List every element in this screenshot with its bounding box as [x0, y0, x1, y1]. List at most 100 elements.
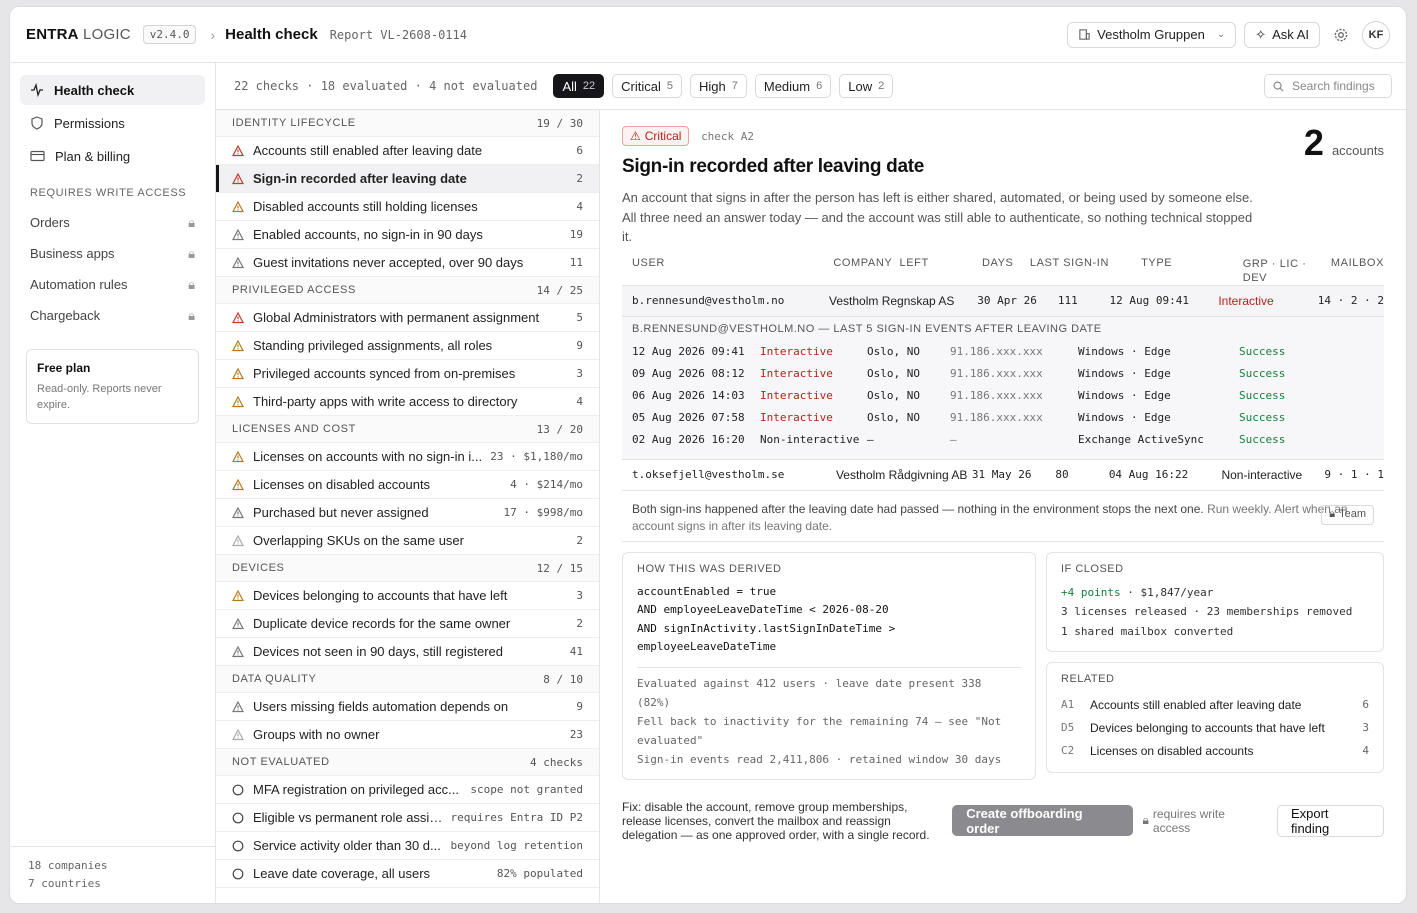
related-item[interactable]: C2 Licenses on disabled accounts 4	[1061, 739, 1369, 762]
alert-triangle-icon	[232, 617, 246, 630]
finding-row[interactable]: Sign-in recorded after leaving date 2	[216, 165, 599, 193]
impact-title: IF CLOSED	[1061, 562, 1124, 575]
finding-label: Devices belonging to accounts that have …	[253, 588, 508, 603]
alert-triangle-icon	[232, 728, 246, 741]
lock-icon: 🔒︎	[1329, 508, 1336, 520]
team-button[interactable]: 🔒︎ Team	[1321, 504, 1374, 525]
finding-row[interactable]: Devices not seen in 90 days, still regis…	[216, 638, 599, 666]
finding-row[interactable]: Licenses on accounts with no sign-in i..…	[216, 443, 599, 471]
finding-count: 3	[576, 367, 583, 380]
col-mailbox: MAILBOX	[1330, 256, 1385, 269]
event-location: Oslo, NO	[867, 389, 920, 402]
event-client: Windows · Edge	[1078, 345, 1171, 358]
finding-label: Devices not seen in 90 days, still regis…	[253, 644, 504, 659]
event-time: 02 Aug 2026 16:20	[632, 433, 745, 446]
sidebar-item-permissions[interactable]: Permissions	[20, 108, 205, 138]
derivation-query: accountEnabled = true AND employeeLeaveD…	[637, 584, 896, 654]
org-switcher[interactable]: Vestholm Gruppen ⌄	[1067, 21, 1237, 48]
derivation-card: HOW THIS WAS DERIVED accountEnabled = tr…	[622, 551, 1036, 780]
filter-critical[interactable]: Critical 5	[612, 74, 682, 98]
search-input[interactable]: Search findings	[1264, 74, 1392, 98]
table-row[interactable]: b.rennesund@vestholm.no Vestholm Regnska…	[622, 284, 1384, 316]
impact-card: IF CLOSED +4 points · $1,847/year 3 lice…	[1046, 551, 1384, 652]
finding-row[interactable]: Overlapping SKUs on the same user 2	[216, 527, 599, 555]
finding-count: 2	[576, 617, 583, 630]
points-gain: +4 points	[1061, 585, 1121, 599]
credit-card-icon	[30, 150, 45, 162]
sidebar-item-orders[interactable]: Orders 🔒︎	[20, 207, 205, 238]
export-finding-button[interactable]: Export finding	[1276, 804, 1384, 837]
sidebar-item-label: Permissions	[54, 115, 125, 131]
related-card: RELATED A1 Accounts still enabled after l…	[1046, 662, 1384, 773]
finding-row[interactable]: Third-party apps with write access to di…	[216, 388, 599, 416]
finding-row[interactable]: Global Administrators with permanent ass…	[216, 304, 599, 332]
sidebar-item-plan-billing[interactable]: Plan & billing	[20, 141, 205, 171]
event-client: Windows · Edge	[1078, 389, 1171, 402]
plan-card: Free plan Read-only. Reports never expir…	[26, 349, 199, 424]
chevron-right-icon: ›	[210, 26, 216, 43]
sidebar-item-health-check[interactable]: Health check	[20, 75, 205, 105]
avatar[interactable]: KF	[1362, 20, 1390, 49]
group-header: DEVICES 12 / 15	[216, 555, 599, 582]
finding-count: 19	[569, 228, 583, 241]
top-bar: ENTRA LOGIC v2.4.0 › Health check Report…	[10, 7, 1406, 63]
finding-row[interactable]: Users missing fields automation depends …	[216, 693, 599, 721]
finding-count: 9	[576, 339, 583, 352]
lock-icon: 🔒︎	[188, 214, 195, 230]
finding-row[interactable]: Privileged accounts synced from on-premi…	[216, 360, 599, 388]
finding-row[interactable]: Disabled accounts still holding licenses…	[216, 193, 599, 221]
group-title: LICENSES AND COST	[232, 423, 356, 435]
alert-triangle-icon	[232, 645, 246, 658]
group-count: 14 / 25	[536, 283, 583, 297]
finding-count: 23 · $1,180/mo	[490, 450, 583, 463]
event-time: 12 Aug 2026 09:41	[632, 345, 745, 358]
col-company: COMPANY	[833, 256, 893, 269]
lock-icon: 🔒︎	[188, 307, 195, 323]
sidebar-item-automation-rules[interactable]: Automation rules 🔒︎	[20, 269, 205, 300]
filter-all[interactable]: All 22	[553, 74, 605, 98]
ask-ai-button[interactable]: ✧ Ask AI	[1244, 21, 1320, 48]
finding-row[interactable]: Leave date coverage, all users 82% popula…	[216, 860, 599, 888]
alert-triangle-icon	[232, 700, 246, 713]
group-title: DATA QUALITY	[232, 673, 317, 685]
brand-logo[interactable]: ENTRA LOGIC	[26, 26, 131, 43]
company-count: 18 companies	[28, 859, 108, 872]
alert-triangle-icon	[232, 589, 246, 602]
finding-row[interactable]: Duplicate device records for the same ow…	[216, 610, 599, 638]
related-item[interactable]: D5 Devices belonging to accounts that hav…	[1061, 716, 1369, 739]
create-offboarding-order-button[interactable]: Create offboarding order	[952, 805, 1133, 836]
finding-row[interactable]: Standing privileged assignments, all rol…	[216, 332, 599, 360]
filter-low[interactable]: Low 2	[839, 74, 894, 98]
finding-row[interactable]: Eligible vs permanent role assig... requi…	[216, 804, 599, 832]
event-time: 09 Aug 2026 08:12	[632, 367, 745, 380]
finding-row[interactable]: Enabled accounts, no sign-in in 90 days 1…	[216, 221, 599, 249]
related-item[interactable]: A1 Accounts still enabled after leaving d…	[1061, 693, 1369, 716]
finding-row[interactable]: Licenses on disabled accounts 4 · $214/mo	[216, 471, 599, 499]
filter-medium[interactable]: Medium 6	[754, 74, 832, 98]
finding-row[interactable]: Guest invitations never accepted, over 9…	[216, 249, 599, 277]
finding-count: scope not granted	[470, 783, 583, 796]
table-row[interactable]: t.oksefjell@vestholm.se Vestholm Rådgivn…	[622, 458, 1384, 490]
alert-triangle-icon	[232, 311, 246, 324]
event-type: Interactive	[760, 411, 833, 424]
alert-triangle-icon	[232, 256, 246, 269]
sidebar-item-chargeback[interactable]: Chargeback 🔒︎	[20, 300, 205, 331]
event-client: Exchange ActiveSync	[1078, 433, 1204, 446]
accounts-table-header: USER COMPANY LEFT DAYS LAST SIGN-IN TYPE…	[622, 257, 1384, 285]
finding-row[interactable]: Devices belonging to accounts that have …	[216, 582, 599, 610]
finding-row[interactable]: MFA registration on privileged acc... sco…	[216, 776, 599, 804]
alert-triangle-icon	[232, 172, 246, 185]
gear-icon[interactable]	[1328, 22, 1354, 48]
finding-count: 17 · $998/mo	[503, 506, 583, 519]
finding-row[interactable]: Accounts still enabled after leaving dat…	[216, 137, 599, 165]
finding-label: Eligible vs permanent role assig...	[253, 810, 443, 825]
alert-triangle-icon	[232, 506, 246, 519]
filter-high[interactable]: High 7	[690, 74, 747, 98]
finding-row[interactable]: Groups with no owner 23	[216, 721, 599, 749]
finding-count: beyond log retention	[450, 839, 583, 852]
alert-triangle-icon	[232, 450, 246, 463]
sign-in-event-row: 12 Aug 2026 09:41 Interactive Oslo, NO 91.1…	[632, 341, 1374, 363]
sidebar-item-business-apps[interactable]: Business apps 🔒︎	[20, 238, 205, 269]
finding-row[interactable]: Purchased but never assigned 17 · $998/mo	[216, 499, 599, 527]
finding-row[interactable]: Service activity older than 30 d... beyon…	[216, 832, 599, 860]
